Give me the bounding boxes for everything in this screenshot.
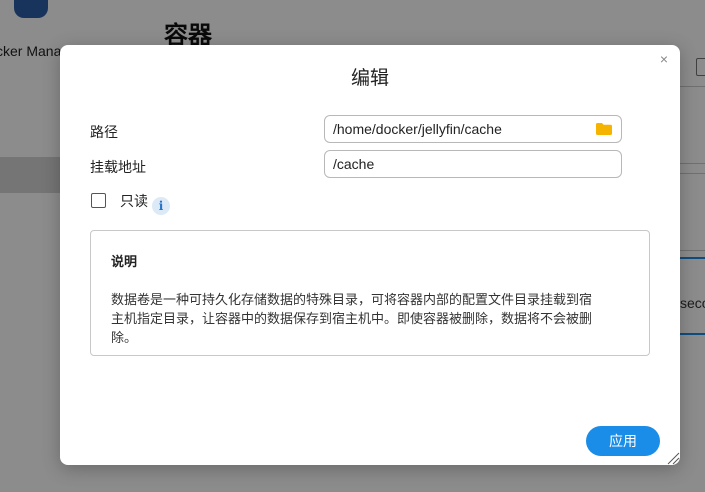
mount-input[interactable] [333, 156, 583, 172]
path-field[interactable] [324, 115, 622, 143]
mount-label: 挂载地址 [90, 159, 146, 175]
description-box: 说明 数据卷是一种可持久化存储数据的特殊目录，可将容器内部的配置文件目录挂载到宿… [90, 230, 650, 356]
readonly-label: 只读 [120, 193, 148, 209]
description-line: 主机指定目录，让容器中的数据保存到宿主机中。即使容器被删除，数据将不会被删 [111, 311, 593, 326]
readonly-checkbox[interactable] [91, 193, 106, 208]
edit-dialog: × 编辑 路径 挂载地址 只读 i 说明 数据卷是一种可持久化存储数据的特殊目录… [60, 45, 680, 465]
dialog-title: 编辑 [350, 68, 389, 89]
description-line: 数据卷是一种可持久化存储数据的特殊目录，可将容器内部的配置文件目录挂载到宿 [111, 292, 593, 307]
folder-icon[interactable] [596, 123, 612, 135]
description-text: 数据卷是一种可持久化存储数据的特殊目录，可将容器内部的配置文件目录挂载到宿 主机… [111, 290, 629, 347]
description-line: 除。 [111, 330, 138, 345]
apply-button[interactable]: 应用 [586, 426, 660, 456]
info-icon[interactable]: i [152, 197, 170, 215]
path-input[interactable] [333, 121, 583, 137]
description-title: 说明 [111, 254, 138, 269]
path-label: 路径 [90, 124, 118, 140]
resize-grip-icon[interactable] [664, 449, 680, 465]
mount-field[interactable] [324, 150, 622, 178]
